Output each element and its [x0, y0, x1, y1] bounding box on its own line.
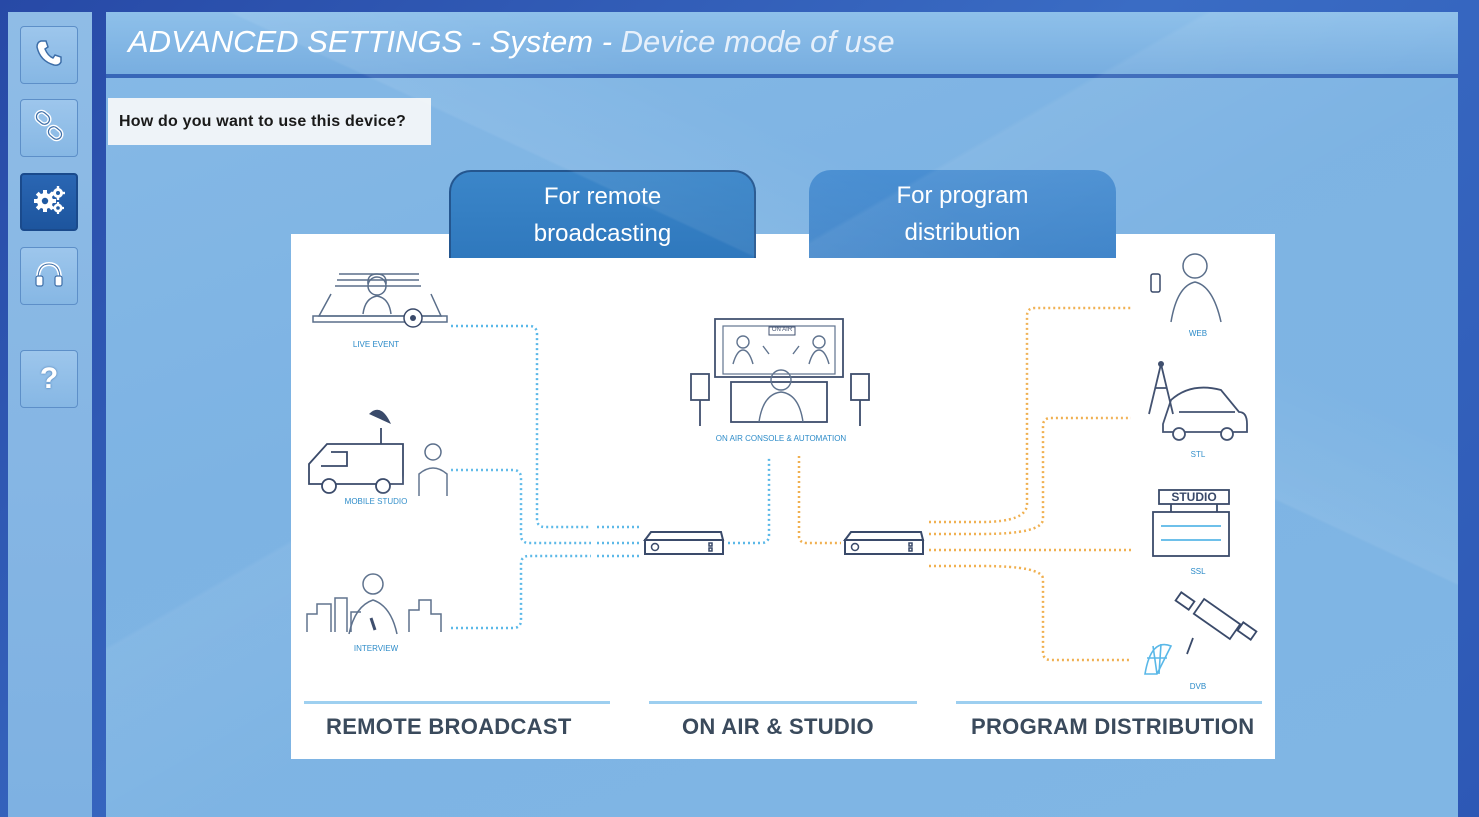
caption-ssl: SSL [1190, 567, 1206, 576]
section-divider-remote [304, 701, 610, 704]
remote-broadcasting-label: For remote broadcasting [533, 183, 672, 247]
headphones-icon [32, 257, 66, 296]
diagram-drawing [306, 253, 1258, 675]
sidebar-item-calls[interactable] [20, 26, 78, 84]
section-label-remote: REMOTE BROADCAST [326, 714, 572, 739]
section-label-distribution: PROGRAM DISTRIBUTION [971, 714, 1255, 739]
phone-icon [32, 36, 66, 75]
link-icon [32, 109, 66, 148]
sidebar-item-links[interactable] [20, 99, 78, 157]
mode-diagram: LIVE EVENT MOBILE STUDIO INTERVIEW ON AI… [291, 234, 1275, 759]
page-title: ADVANCED SETTINGS - System - Device mode… [128, 24, 895, 60]
on-air-sign: ON AIR [771, 327, 793, 333]
section-divider-studio [649, 701, 917, 704]
page-title-main: ADVANCED SETTINGS - System - [128, 24, 621, 59]
section-divider-distribution [956, 701, 1262, 704]
main-panel: ADVANCED SETTINGS - System - Device mode… [106, 12, 1458, 817]
page-title-sub: Device mode of use [620, 24, 895, 59]
program-distribution-button[interactable]: For program distribution [809, 170, 1116, 258]
caption-dvb: DVB [1189, 682, 1207, 691]
sidebar: ? [8, 12, 92, 817]
page-header: ADVANCED SETTINGS - System - Device mode… [106, 12, 1458, 78]
studio-sign: STUDIO [1171, 490, 1217, 504]
caption-live-event: LIVE EVENT [352, 340, 400, 349]
help-icon: ? [39, 362, 59, 395]
sidebar-item-help[interactable]: ? [20, 350, 78, 408]
caption-stl: STL [1190, 450, 1206, 459]
caption-mobile-studio: MOBILE STUDIO [344, 497, 408, 506]
sidebar-item-audio[interactable] [20, 247, 78, 305]
caption-on-air-console: ON AIR CONSOLE & AUTOMATION [715, 434, 847, 443]
question-label: How do you want to use this device? [108, 98, 431, 145]
caption-interview: INTERVIEW [353, 644, 399, 653]
gears-icon [32, 183, 66, 222]
sidebar-item-settings[interactable] [20, 173, 78, 231]
section-label-studio: ON AIR & STUDIO [682, 714, 874, 739]
program-distribution-label: For program distribution [896, 182, 1029, 246]
caption-web: WEB [1188, 329, 1208, 338]
remote-broadcasting-button[interactable]: For remote broadcasting [449, 170, 756, 258]
